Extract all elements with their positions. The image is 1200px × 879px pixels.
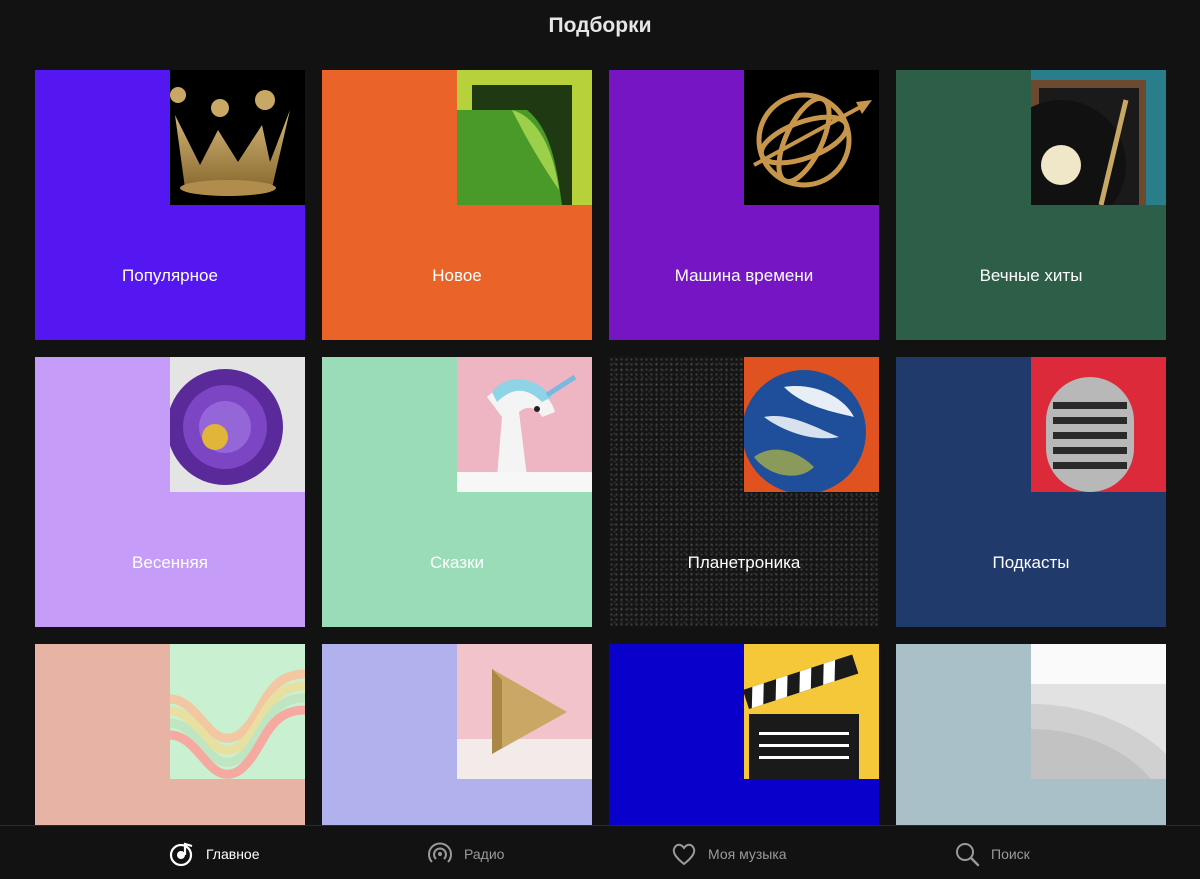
crown-icon — [170, 70, 305, 205]
tab-label: Моя музыка — [708, 846, 787, 862]
armillary-sphere-icon — [744, 70, 879, 205]
vinyl-record-icon — [1031, 70, 1166, 205]
playlist-grid: Популярное Новое Машина времени Вечные х… — [35, 70, 1166, 825]
unicorn-icon — [457, 357, 592, 492]
tile-planetronika[interactable]: Планетроника — [609, 357, 879, 627]
tile-row3-1[interactable] — [35, 644, 305, 825]
waves-icon — [170, 644, 305, 779]
earth-icon — [744, 357, 879, 492]
tile-fairy-tales[interactable]: Сказки — [322, 357, 592, 627]
tile-row3-2[interactable] — [322, 644, 592, 825]
tile-label: Машина времени — [674, 266, 814, 285]
flower-icon — [170, 357, 305, 492]
tile-label: Весенняя — [132, 553, 208, 572]
stairs-icon — [1031, 644, 1166, 779]
app: Подборки Популярное Новое Машина времени… — [0, 0, 1200, 879]
tile-spring[interactable]: Весенняя — [35, 357, 305, 627]
clapperboard-icon — [744, 644, 879, 779]
tile-time-machine[interactable]: Машина времени — [609, 70, 879, 340]
tile-label: Сказки — [429, 553, 485, 572]
tab-label: Главное — [206, 846, 260, 862]
heart-icon — [670, 840, 698, 868]
tile-eternal-hits[interactable]: Вечные хиты — [896, 70, 1166, 340]
tile-row3-4[interactable] — [896, 644, 1166, 825]
home-note-icon — [168, 840, 196, 868]
page-curl-icon — [457, 70, 592, 205]
tile-label: Подкасты — [992, 553, 1070, 572]
tab-my-music[interactable]: Моя музыка — [670, 840, 787, 868]
tile-podcasts[interactable]: Подкасты — [896, 357, 1166, 627]
tile-row3-3[interactable] — [609, 644, 879, 825]
tab-home[interactable]: Главное — [168, 840, 260, 868]
page-title: Подборки — [548, 14, 652, 37]
play-triangle-icon — [457, 644, 592, 779]
tile-popular[interactable]: Популярное — [35, 70, 305, 340]
tile-new[interactable]: Новое — [322, 70, 592, 340]
tile-label: Планетроника — [687, 553, 801, 572]
radio-icon — [426, 840, 454, 868]
tab-label: Радио — [464, 846, 505, 862]
search-icon — [953, 840, 981, 868]
tab-label: Поиск — [991, 846, 1030, 862]
microphone-icon — [1031, 357, 1166, 492]
tile-label: Новое — [432, 266, 482, 285]
tab-radio[interactable]: Радио — [426, 840, 504, 868]
bottom-tab-bar: Главное Радио Моя музыка Поиск — [0, 825, 1200, 879]
tile-label: Популярное — [122, 266, 218, 285]
tab-search[interactable]: Поиск — [953, 840, 1030, 868]
tile-label: Вечные хиты — [979, 266, 1083, 285]
